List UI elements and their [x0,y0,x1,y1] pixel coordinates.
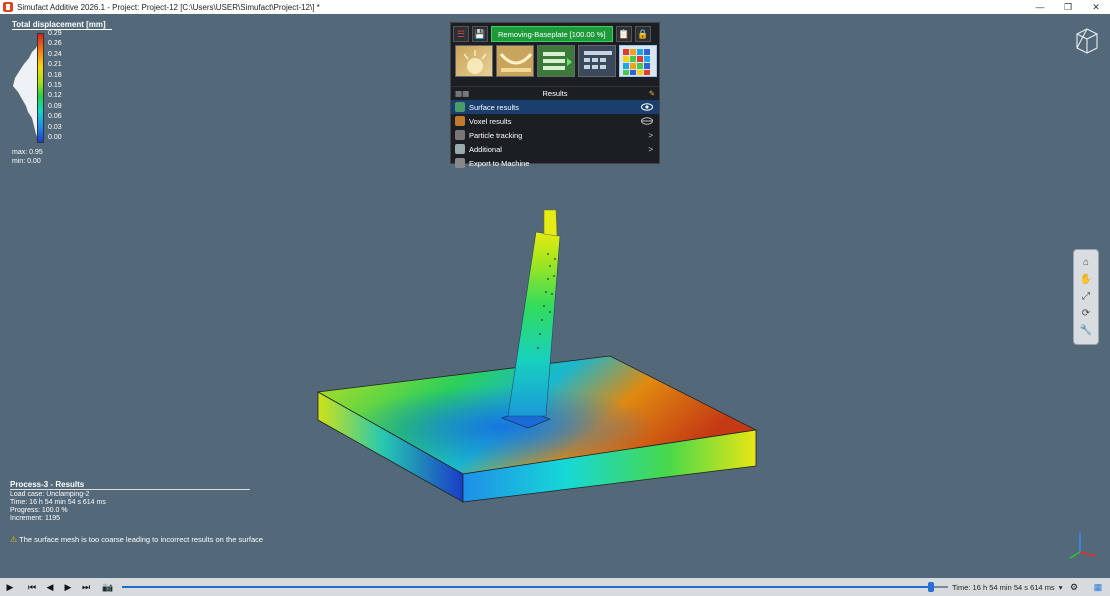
panel-toggle-icon[interactable]: ▦ [1090,579,1106,595]
time-readout-label: Time: 16 h 54 min 54 s 614 ms [952,582,1055,592]
snapshot-icon[interactable]: 📷 [100,579,116,595]
window-title: Simufact Additive 2026.1 - Project: Proj… [17,2,320,12]
fit-view-icon[interactable]: ⤢ [1077,289,1095,304]
bottom-right-controls: ⚙ ▦ [1064,578,1106,596]
play-icon[interactable]: ▶ [2,579,18,595]
pan-icon[interactable]: ✋ [1077,272,1095,287]
time-readout[interactable]: Time: 16 h 54 min 54 s 614 ms ▾ [952,578,1062,596]
process-increment: Increment: 1195 [10,515,61,522]
home-view-icon[interactable]: ⌂ [1077,255,1095,270]
rotate-icon[interactable]: ⟳ [1077,306,1095,321]
window-controls: — ❐ ✕ [1026,0,1110,14]
playback-bar: ▶ ⏮ ◀ ▶ ⏭ 📷 Time: 16 h 54 min 54 s 614 m… [0,578,1110,596]
skip-to-end-icon[interactable]: ⏭ [78,579,94,595]
close-icon[interactable]: ✕ [1082,0,1110,14]
settings-gear-icon[interactable]: ⚙ [1066,579,1082,595]
view-navigation-toolbar: ⌂ ✋ ⤢ ⟳ 🔧 [1073,249,1099,345]
axis-triad-icon [1069,532,1097,559]
timeline-slider[interactable] [122,582,948,592]
process-time: Time: 16 h 54 min 54 s 614 ms [10,499,106,506]
step-forward-icon[interactable]: ▶ [60,579,76,595]
minimize-icon[interactable]: — [1026,0,1054,14]
chevron-down-icon[interactable]: ▾ [1059,583,1063,592]
timeline-fill [122,586,932,588]
view-cube-icon[interactable] [1073,26,1101,56]
title-bar: Simufact Additive 2026.1 - Project: Proj… [0,0,1110,14]
process-load-case: Load case: Unclamping-2 [10,491,90,498]
process-progress: Progress: 100.0 % [10,507,68,514]
step-back-icon[interactable]: ◀ [42,579,58,595]
mesh-warning: ⚠ The surface mesh is too coarse leading… [10,535,263,544]
3d-viewport[interactable]: Total displacement [mm] 0.29 0.26 0.24 0.21… [0,14,1110,578]
timeline-handle[interactable] [928,582,935,592]
warning-icon: ⚠ [10,535,18,544]
warning-text: The surface mesh is too coarse leading t… [19,535,264,544]
3d-model-scene[interactable] [0,14,1110,578]
skip-to-start-icon[interactable]: ⏮ [24,579,40,595]
wrench-icon[interactable]: 🔧 [1077,323,1095,338]
app-logo-icon [3,2,13,12]
restore-icon[interactable]: ❐ [1054,0,1082,14]
process-title: Process-3 - Results [10,480,250,490]
